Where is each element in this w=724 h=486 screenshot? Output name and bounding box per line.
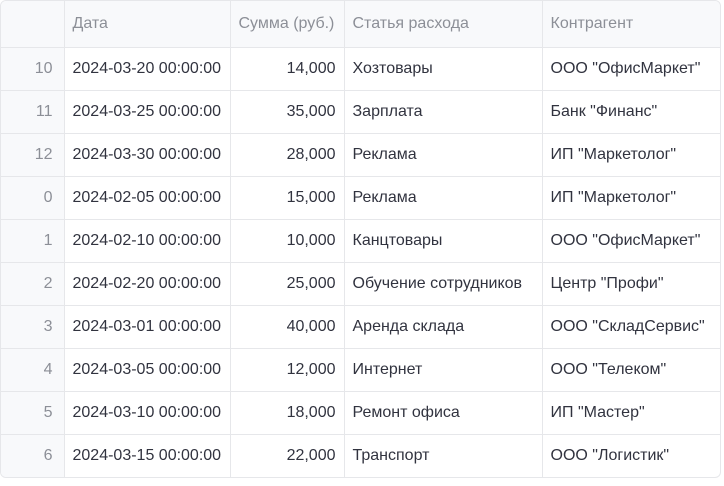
counterparty-cell[interactable]: ООО "Логистик" xyxy=(542,434,720,477)
row-index-cell[interactable]: 2 xyxy=(1,262,65,306)
amount-cell[interactable]: 40,000 xyxy=(230,305,345,349)
date-cell[interactable]: 2024-03-10 00:00:00 xyxy=(64,391,231,435)
table-header: Дата Сумма (руб.) Статья расхода Контраг… xyxy=(1,1,720,48)
table-row[interactable]: 0 2024-02-05 00:00:00 15,000 Реклама ИП "Мар… xyxy=(1,176,720,220)
table-row[interactable]: 10 2024-03-20 00:00:00 14,000 Хозтовары ООО … xyxy=(1,47,720,91)
category-cell[interactable]: Канцтовары xyxy=(344,219,543,263)
row-index-cell[interactable]: 6 xyxy=(1,434,65,477)
table-row[interactable]: 11 2024-03-25 00:00:00 35,000 Зарплата Банк … xyxy=(1,90,720,134)
category-cell[interactable]: Хозтовары xyxy=(344,47,543,91)
row-index-cell[interactable]: 12 xyxy=(1,133,65,177)
table-row[interactable]: 5 2024-03-10 00:00:00 18,000 Ремонт офиса ИП… xyxy=(1,391,720,435)
counterparty-cell[interactable]: ООО "ОфисМаркет" xyxy=(542,219,720,263)
amount-cell[interactable]: 18,000 xyxy=(230,391,345,435)
data-grid: Дата Сумма (руб.) Статья расхода Контраг… xyxy=(0,0,721,478)
counterparty-cell[interactable]: ИП "Маркетолог" xyxy=(542,176,720,220)
category-cell[interactable]: Транспорт xyxy=(344,434,543,477)
category-cell[interactable]: Аренда склада xyxy=(344,305,543,349)
amount-cell[interactable]: 12,000 xyxy=(230,348,345,392)
amount-cell[interactable]: 28,000 xyxy=(230,133,345,177)
index-column-header[interactable] xyxy=(1,1,65,48)
date-cell[interactable]: 2024-03-25 00:00:00 xyxy=(64,90,231,134)
date-cell[interactable]: 2024-03-30 00:00:00 xyxy=(64,133,231,177)
table-row[interactable]: 4 2024-03-05 00:00:00 12,000 Интернет ООО "Т… xyxy=(1,348,720,392)
date-cell[interactable]: 2024-02-05 00:00:00 xyxy=(64,176,231,220)
amount-column-header[interactable]: Сумма (руб.) xyxy=(230,1,345,48)
date-cell[interactable]: 2024-02-20 00:00:00 xyxy=(64,262,231,306)
table-body: 10 2024-03-20 00:00:00 14,000 Хозтовары ООО … xyxy=(1,47,720,477)
table-row[interactable]: 2 2024-02-20 00:00:00 25,000 Обучение сотру… xyxy=(1,262,720,306)
amount-cell[interactable]: 10,000 xyxy=(230,219,345,263)
counterparty-cell[interactable]: Банк "Финанс" xyxy=(542,90,720,134)
date-cell[interactable]: 2024-03-01 00:00:00 xyxy=(64,305,231,349)
row-index-cell[interactable]: 4 xyxy=(1,348,65,392)
counterparty-column-header[interactable]: Контрагент xyxy=(542,1,720,48)
table-row[interactable]: 1 2024-02-10 00:00:00 10,000 Канцтовары ООО … xyxy=(1,219,720,263)
table-row[interactable]: 6 2024-03-15 00:00:00 22,000 Транспорт ООО "… xyxy=(1,434,720,477)
table-row[interactable]: 12 2024-03-30 00:00:00 28,000 Реклама ИП "Ма… xyxy=(1,133,720,177)
date-cell[interactable]: 2024-03-20 00:00:00 xyxy=(64,47,231,91)
counterparty-cell[interactable]: ООО "СкладСервис" xyxy=(542,305,720,349)
amount-cell[interactable]: 14,000 xyxy=(230,47,345,91)
category-column-header[interactable]: Статья расхода xyxy=(344,1,543,48)
category-cell[interactable]: Зарплата xyxy=(344,90,543,134)
date-column-header[interactable]: Дата xyxy=(64,1,231,48)
amount-cell[interactable]: 15,000 xyxy=(230,176,345,220)
category-cell[interactable]: Реклама xyxy=(344,133,543,177)
row-index-cell[interactable]: 11 xyxy=(1,90,65,134)
counterparty-cell[interactable]: ИП "Мастер" xyxy=(542,391,720,435)
header-row: Дата Сумма (руб.) Статья расхода Контраг… xyxy=(1,1,720,48)
date-cell[interactable]: 2024-03-15 00:00:00 xyxy=(64,434,231,477)
category-cell[interactable]: Ремонт офиса xyxy=(344,391,543,435)
row-index-cell[interactable]: 0 xyxy=(1,176,65,220)
category-cell[interactable]: Интернет xyxy=(344,348,543,392)
category-cell[interactable]: Обучение сотрудников xyxy=(344,262,543,306)
row-index-cell[interactable]: 5 xyxy=(1,391,65,435)
amount-cell[interactable]: 22,000 xyxy=(230,434,345,477)
table-row[interactable]: 3 2024-03-01 00:00:00 40,000 Аренда склада О… xyxy=(1,305,720,349)
amount-cell[interactable]: 25,000 xyxy=(230,262,345,306)
row-index-cell[interactable]: 10 xyxy=(1,47,65,91)
counterparty-cell[interactable]: ООО "ОфисМаркет" xyxy=(542,47,720,91)
counterparty-cell[interactable]: ООО "Телеком" xyxy=(542,348,720,392)
amount-cell[interactable]: 35,000 xyxy=(230,90,345,134)
row-index-cell[interactable]: 3 xyxy=(1,305,65,349)
date-cell[interactable]: 2024-03-05 00:00:00 xyxy=(64,348,231,392)
date-cell[interactable]: 2024-02-10 00:00:00 xyxy=(64,219,231,263)
category-cell[interactable]: Реклама xyxy=(344,176,543,220)
counterparty-cell[interactable]: ИП "Маркетолог" xyxy=(542,133,720,177)
row-index-cell[interactable]: 1 xyxy=(1,219,65,263)
counterparty-cell[interactable]: Центр "Профи" xyxy=(542,262,720,306)
expenses-table: Дата Сумма (руб.) Статья расхода Контраг… xyxy=(1,1,720,477)
